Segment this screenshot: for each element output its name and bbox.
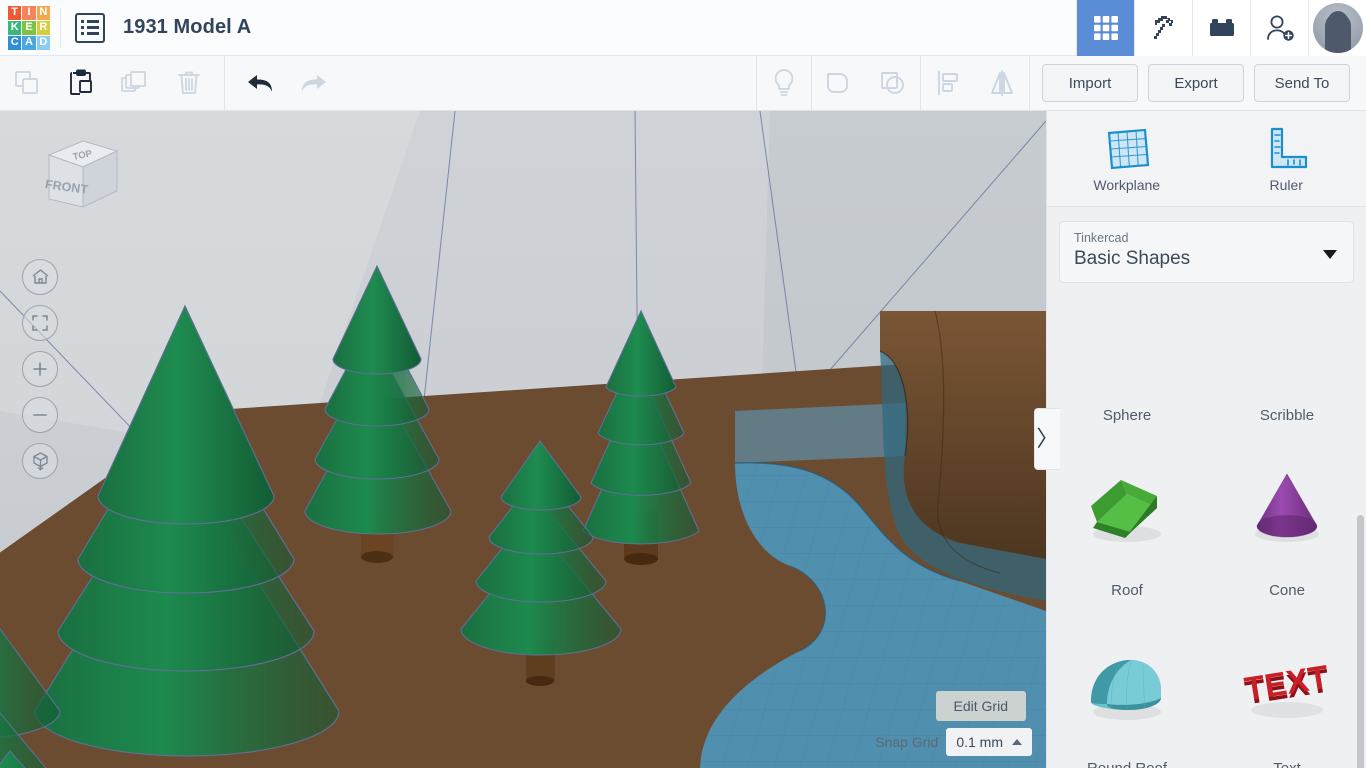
panel-scrollbar[interactable] xyxy=(1357,515,1364,768)
tinkercad-logo[interactable]: T I N K E R C A D xyxy=(8,5,50,50)
undo-icon[interactable] xyxy=(233,56,287,110)
zoom-out-button[interactable] xyxy=(22,397,58,433)
round-roof-icon xyxy=(1047,607,1207,760)
add-person-icon[interactable] xyxy=(1250,0,1308,56)
copy-icon[interactable] xyxy=(0,56,54,110)
logo-tile-8: D xyxy=(36,35,50,50)
logo-tile-6: C xyxy=(8,35,22,50)
zoom-in-button[interactable] xyxy=(22,351,58,387)
plus-icon xyxy=(33,362,47,376)
fit-view-button[interactable] xyxy=(22,305,58,341)
shape-sphere[interactable]: Sphere xyxy=(1047,407,1207,429)
shapes-panel: Workplane Ruler Tinkercad Basic Shapes S… xyxy=(1046,111,1366,768)
group-icon[interactable] xyxy=(812,56,866,110)
page-title[interactable]: 1931 Model A xyxy=(123,16,251,39)
delete-icon[interactable] xyxy=(162,56,216,110)
fit-frame-icon xyxy=(32,315,48,331)
cone-icon xyxy=(1207,429,1366,582)
shapes-grid: Sphere Scribble Roof Cone TEXT TEXT xyxy=(1047,407,1366,768)
design-grid-icon[interactable] xyxy=(1076,0,1134,56)
home-icon xyxy=(32,269,48,284)
file-action-group: Import Export Send To xyxy=(1042,64,1366,102)
panel-tool-row: Workplane Ruler xyxy=(1047,111,1366,207)
ruler-icon xyxy=(1271,127,1308,168)
divider xyxy=(224,56,225,110)
3d-scene[interactable] xyxy=(0,111,1046,768)
shape-round-roof-label: Round Roof xyxy=(1087,760,1167,768)
shape-scribble[interactable]: Scribble xyxy=(1207,407,1366,429)
workplane-icon xyxy=(1107,128,1149,169)
shape-library-select[interactable]: Tinkercad Basic Shapes xyxy=(1059,221,1354,283)
workplane-tool-label: Workplane xyxy=(1093,176,1161,193)
shape-cone[interactable]: Cone xyxy=(1207,429,1366,607)
logo-tile-1: I xyxy=(22,5,36,20)
workplane-tool[interactable]: Workplane xyxy=(1047,111,1207,206)
shape-library-source: Tinkercad xyxy=(1074,231,1129,245)
top-bar: T I N K E R C A D 1931 Model A xyxy=(0,0,1366,56)
shape-library-value: Basic Shapes xyxy=(1074,248,1191,269)
logo-tile-5: R xyxy=(36,20,50,35)
align-icon[interactable] xyxy=(921,56,975,110)
shape-round-roof[interactable]: Round Roof xyxy=(1047,607,1207,768)
snap-grid-label: Snap Grid xyxy=(875,734,939,750)
edit-toolbar: Import Export Send To xyxy=(0,56,1366,111)
edit-grid-button[interactable]: Edit Grid xyxy=(935,691,1026,721)
ortho-toggle-button[interactable] xyxy=(22,443,58,479)
shape-cone-label: Cone xyxy=(1269,582,1305,599)
ruler-tool[interactable]: Ruler xyxy=(1207,111,1366,206)
viewport-nav-controls xyxy=(22,259,58,479)
paste-icon[interactable] xyxy=(54,56,108,110)
shapes-grid-scroll[interactable]: Sphere Scribble Roof Cone TEXT TEXT xyxy=(1047,407,1366,768)
minus-icon xyxy=(33,414,47,416)
shape-roof-label: Roof xyxy=(1111,582,1143,599)
chevron-down-icon xyxy=(1323,250,1337,259)
logo-tile-4: E xyxy=(22,20,36,35)
shape-text-label: Text xyxy=(1273,760,1301,768)
ruler-tool-label: Ruler xyxy=(1269,176,1303,193)
shape-scribble-label: Scribble xyxy=(1259,407,1315,424)
caret-up-icon xyxy=(1012,739,1022,745)
avatar[interactable] xyxy=(1308,0,1366,56)
roof-pyramid-icon xyxy=(1047,429,1207,582)
send-to-button[interactable]: Send To xyxy=(1254,64,1350,102)
ungroup-icon[interactable] xyxy=(866,56,920,110)
cube-perspective-icon xyxy=(32,452,48,471)
logo-tile-7: A xyxy=(22,35,36,50)
divider xyxy=(60,7,61,48)
lightbulb-icon[interactable] xyxy=(757,56,811,110)
snap-grid-value: 0.1 mm xyxy=(956,734,1003,750)
divider xyxy=(1029,56,1030,110)
import-button[interactable]: Import xyxy=(1042,64,1138,102)
duplicate-icon[interactable] xyxy=(108,56,162,110)
logo-tile-0: T xyxy=(8,5,22,20)
shape-roof[interactable]: Roof xyxy=(1047,429,1207,607)
home-view-button[interactable] xyxy=(22,259,58,295)
list-panel-icon[interactable] xyxy=(75,12,105,43)
view-cube[interactable]: TOP FRONT xyxy=(35,129,121,215)
export-button[interactable]: Export xyxy=(1148,64,1244,102)
snap-grid-control: Snap Grid 0.1 mm xyxy=(875,728,1032,756)
text-3d-icon: TEXT TEXT xyxy=(1207,607,1366,760)
shape-sphere-label: Sphere xyxy=(1102,407,1152,424)
redo-icon[interactable] xyxy=(287,56,341,110)
collapse-panel-button[interactable]: 〉 xyxy=(1034,408,1060,470)
logo-tile-3: K xyxy=(8,20,22,35)
snap-grid-select[interactable]: 0.1 mm xyxy=(946,728,1032,756)
3d-viewport[interactable]: TOP FRONT Edit Grid Snap Grid 0.1 mm xyxy=(0,111,1046,768)
mirror-icon[interactable] xyxy=(975,56,1029,110)
brick-icon[interactable] xyxy=(1192,0,1250,56)
top-bar-right-group xyxy=(1076,0,1366,56)
logo-tile-2: N xyxy=(36,5,50,20)
shape-text[interactable]: TEXT TEXT Text xyxy=(1207,607,1366,768)
pickaxe-icon[interactable] xyxy=(1134,0,1192,56)
